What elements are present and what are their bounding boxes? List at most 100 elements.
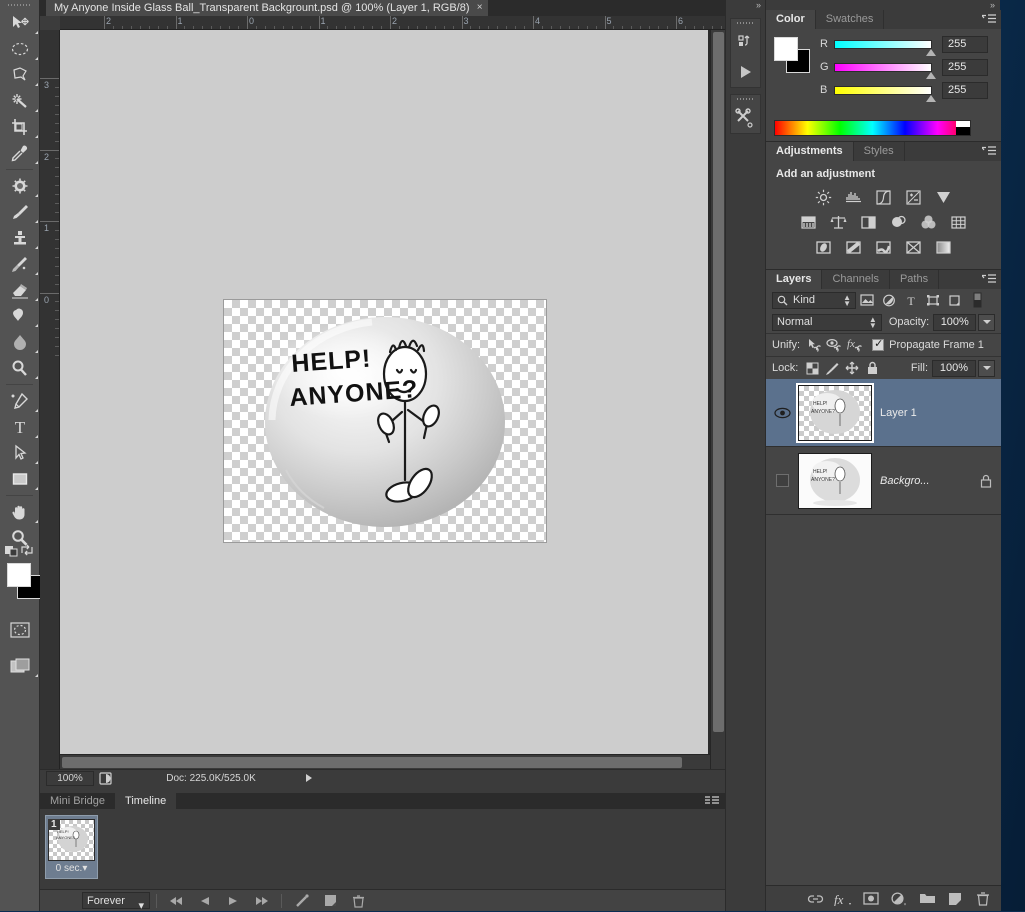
spot-healing-tool-icon[interactable]: [0, 173, 40, 199]
tab-paths[interactable]: Paths: [890, 270, 939, 289]
quick-mask-icon[interactable]: [0, 617, 40, 643]
invert-icon[interactable]: [814, 238, 834, 256]
tool-flyout-indicator[interactable]: [35, 194, 38, 197]
eye-off-icon[interactable]: [776, 474, 789, 487]
tool-flyout-indicator[interactable]: [35, 409, 38, 412]
tool-flyout-indicator[interactable]: [35, 487, 38, 490]
tool-presets-icon[interactable]: [731, 103, 760, 133]
panel-menu-icon[interactable]: [982, 146, 996, 159]
gradient-map-icon[interactable]: [934, 238, 954, 256]
tool-flyout-indicator[interactable]: [35, 376, 38, 379]
screen-mode-icon[interactable]: [0, 653, 40, 679]
tab-adjustments[interactable]: Adjustments: [766, 142, 854, 161]
document-profile-icon[interactable]: [94, 771, 116, 786]
color-lookup-icon[interactable]: [949, 213, 969, 231]
threshold-icon[interactable]: [874, 238, 894, 256]
tool-flyout-indicator[interactable]: [35, 350, 38, 353]
play-animation-button[interactable]: [219, 890, 247, 912]
lock-position-icon[interactable]: [842, 359, 862, 377]
new-layer-button[interactable]: [943, 887, 967, 911]
fill-value-field[interactable]: 100%: [932, 360, 976, 377]
layer-visibility-toggle[interactable]: [766, 407, 798, 419]
hue-saturation-icon[interactable]: [799, 213, 819, 231]
scrollbar-thumb[interactable]: [713, 32, 724, 732]
rectangle-tool-icon[interactable]: [0, 466, 40, 492]
selective-color-icon[interactable]: [904, 238, 924, 256]
swap-colors-icon[interactable]: [20, 543, 34, 560]
ruler-corner[interactable]: [40, 16, 60, 30]
levels-icon[interactable]: [844, 188, 864, 206]
color-balance-icon[interactable]: [829, 213, 849, 231]
channel-value-b[interactable]: 255: [942, 82, 988, 99]
timeline-frame[interactable]: HELP!ANYONE? 1 0 sec.▾: [45, 815, 98, 879]
tool-flyout-indicator[interactable]: [35, 246, 38, 249]
select-first-frame-button[interactable]: [163, 890, 191, 912]
black-swatch[interactable]: [956, 127, 970, 135]
lock-all-icon[interactable]: [862, 359, 882, 377]
add-layer-mask-button[interactable]: [859, 887, 883, 911]
lock-image-pixels-icon[interactable]: [822, 359, 842, 377]
color-spectrum-ramp[interactable]: [774, 120, 971, 136]
pen-tool-icon[interactable]: [0, 388, 40, 414]
hand-tool-icon[interactable]: [0, 499, 40, 525]
frame-delay[interactable]: 0 sec.▾: [48, 863, 95, 874]
type-tool-icon[interactable]: T: [0, 414, 40, 440]
vibrance-icon[interactable]: [934, 188, 954, 206]
loop-options-select[interactable]: Forever ▾: [82, 892, 150, 909]
delete-layer-button[interactable]: [971, 887, 995, 911]
crop-tool-icon[interactable]: [0, 114, 40, 140]
unify-layer-position-icon[interactable]: [804, 336, 824, 354]
tab-styles[interactable]: Styles: [854, 142, 905, 161]
unify-layer-visibility-icon[interactable]: [824, 336, 844, 354]
canvas-vertical-scrollbar[interactable]: [710, 30, 725, 775]
blur-tool-icon[interactable]: [0, 329, 40, 355]
tab-swatches[interactable]: Swatches: [816, 10, 885, 29]
select-next-frame-button[interactable]: [247, 890, 275, 912]
magic-wand-tool-icon[interactable]: [0, 88, 40, 114]
artboard[interactable]: HELP! ANYONE?: [224, 300, 546, 542]
tab-color[interactable]: Color: [766, 10, 816, 29]
opacity-dropdown-arrow[interactable]: [978, 314, 995, 331]
marquee-tool-icon[interactable]: [0, 36, 40, 62]
slider-thumb[interactable]: [926, 95, 936, 102]
tools-panel-grip[interactable]: [0, 0, 39, 10]
tool-flyout-indicator[interactable]: [35, 324, 38, 327]
filter-toggle-switch[interactable]: [966, 291, 988, 309]
brush-tool-icon[interactable]: [0, 199, 40, 225]
tool-flyout-indicator[interactable]: [35, 135, 38, 138]
horizontal-ruler[interactable]: 210123456: [60, 16, 725, 30]
scrollbar-thumb[interactable]: [62, 757, 682, 768]
expand-panels-icon[interactable]: »: [726, 0, 765, 12]
default-colors-icon[interactable]: [5, 543, 19, 560]
layer-thumbnail[interactable]: HELP!ANYONE?: [798, 385, 872, 441]
fill-dropdown-arrow[interactable]: [978, 360, 995, 377]
unify-layer-style-icon[interactable]: fx: [844, 336, 864, 354]
move-tool-icon[interactable]: [0, 10, 40, 36]
tool-flyout-indicator[interactable]: [35, 461, 38, 464]
filter-smart-objects-icon[interactable]: [944, 291, 966, 309]
tool-flyout-indicator[interactable]: [35, 674, 38, 677]
collapse-panels-icon[interactable]: »: [766, 0, 1000, 10]
new-group-button[interactable]: [915, 887, 939, 911]
tool-flyout-indicator[interactable]: [35, 31, 38, 34]
channel-value-r[interactable]: 255: [942, 36, 988, 53]
filter-pixel-layers-icon[interactable]: [856, 291, 878, 309]
lasso-tool-icon[interactable]: [0, 62, 40, 88]
stepper-icon[interactable]: ▲▼: [869, 317, 877, 329]
slider-thumb[interactable]: [926, 49, 936, 56]
channel-mixer-icon[interactable]: [919, 213, 939, 231]
add-layer-style-button[interactable]: fx: [831, 887, 855, 911]
eyedropper-tool-icon[interactable]: [0, 140, 40, 166]
actions-panel-icon[interactable]: [731, 27, 760, 57]
tween-frames-button[interactable]: [288, 890, 316, 912]
curves-icon[interactable]: [874, 188, 894, 206]
channel-value-g[interactable]: 255: [942, 59, 988, 76]
tab-mini-bridge[interactable]: Mini Bridge: [40, 793, 115, 809]
photo-filter-icon[interactable]: [889, 213, 909, 231]
canvas-area[interactable]: HELP! ANYONE?: [60, 30, 725, 775]
slider-thumb[interactable]: [926, 72, 936, 79]
panel-menu-icon[interactable]: [705, 796, 719, 809]
channel-slider-r[interactable]: [834, 40, 932, 49]
filter-shape-layers-icon[interactable]: [922, 291, 944, 309]
layer-name[interactable]: Layer 1: [880, 407, 971, 419]
